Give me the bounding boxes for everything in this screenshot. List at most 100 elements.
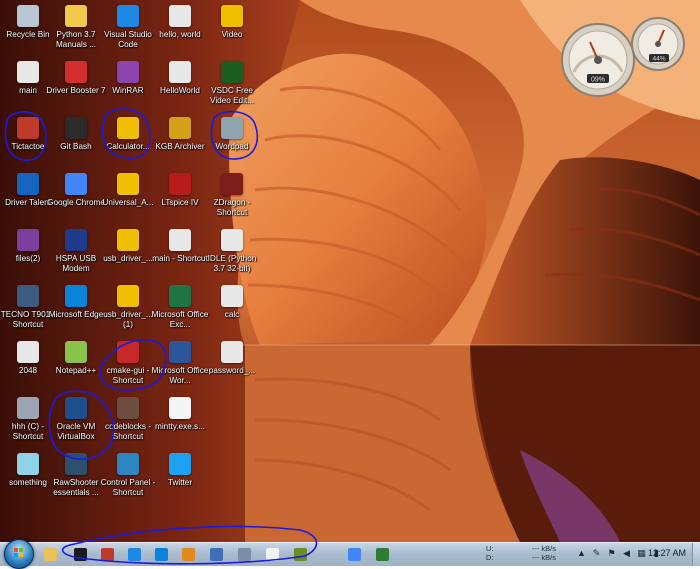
desktop-icon[interactable]: Driver Booster 7 bbox=[46, 58, 106, 112]
desktop-icon[interactable]: KGB Archiver bbox=[152, 114, 208, 168]
desktop-icon[interactable]: IDLE (Python 3.7 32-bit) bbox=[204, 226, 260, 280]
network-app-icon bbox=[375, 548, 389, 561]
desktop-icon[interactable]: main - Shortcut bbox=[152, 226, 208, 280]
desktop-icon-label: Oracle VM VirtualBox bbox=[56, 422, 96, 441]
taskbar-button[interactable] bbox=[372, 545, 392, 564]
desktop-icon-label: mintty.exe.s... bbox=[155, 422, 205, 431]
desktop-icon[interactable]: hello, world bbox=[152, 2, 208, 56]
zdragon-icon bbox=[221, 173, 243, 195]
folder-icon bbox=[221, 5, 243, 27]
wordpad-icon bbox=[209, 548, 223, 561]
desktop-icon-label: password_... bbox=[208, 366, 256, 375]
desktop-icon[interactable]: usb_driver_... bbox=[100, 226, 156, 280]
python-file-icon bbox=[169, 5, 191, 27]
desktop-icon[interactable]: Video bbox=[204, 2, 260, 56]
network-speed-meter: U: --- kB/s D: --- kB/s bbox=[486, 544, 556, 562]
desktop-icon[interactable]: Microsoft Edge bbox=[48, 282, 104, 336]
desktop-icon[interactable]: usb_driver_... (1) bbox=[100, 282, 156, 336]
taskbar-button[interactable] bbox=[40, 545, 60, 564]
python-file-icon bbox=[169, 229, 191, 251]
desktop-icon-label: Visual Studio Code bbox=[104, 30, 152, 49]
memory-readout: 44% bbox=[652, 56, 665, 63]
desktop-icon-label: cmake-gui - Shortcut bbox=[106, 366, 150, 385]
desktop-icon-label: ZDragon - Shortcut bbox=[213, 198, 251, 217]
desktop-icon[interactable]: Google Chrome bbox=[47, 170, 105, 224]
desktop-icon[interactable]: codeblocks - Shortcut bbox=[100, 394, 156, 448]
desktop-icon[interactable]: Python 3.7 Manuals ... bbox=[48, 2, 104, 56]
taskbar-clock[interactable]: 12:27 AM bbox=[648, 548, 686, 558]
desktop-icon[interactable]: Microsoft Office Wor... bbox=[152, 338, 208, 392]
network-icon[interactable]: ▦ bbox=[636, 548, 647, 559]
tray-overflow-arrow-icon[interactable]: ▲ bbox=[576, 548, 587, 559]
desktop-icon[interactable]: RawShooter essentials ... bbox=[48, 450, 104, 504]
desktop-icon[interactable]: Notepad++ bbox=[48, 338, 104, 392]
volume-icon[interactable]: ◀ bbox=[621, 548, 632, 559]
desktop-icon[interactable]: WinRAR bbox=[100, 58, 156, 112]
vscode-icon bbox=[127, 548, 141, 561]
python-file-icon bbox=[17, 61, 39, 83]
taskbar-button[interactable] bbox=[290, 545, 310, 564]
show-desktop-button[interactable] bbox=[692, 543, 700, 566]
desktop-icon[interactable]: Control Panel - Shortcut bbox=[100, 450, 156, 504]
desktop-icon-label: IDLE (Python 3.7 32-bit) bbox=[207, 254, 257, 273]
camera-app-icon bbox=[65, 453, 87, 475]
desktop-icon[interactable]: ZDragon - Shortcut bbox=[204, 170, 260, 224]
cpu-readout: 09% bbox=[591, 77, 605, 84]
taskbar-button[interactable] bbox=[124, 545, 144, 564]
taskbar-button[interactable] bbox=[234, 545, 254, 564]
control-panel-icon bbox=[117, 453, 139, 475]
taskbar-button[interactable] bbox=[178, 545, 198, 564]
desktop-icon[interactable]: password_... bbox=[204, 338, 260, 392]
desktop-icon[interactable]: Calculator... bbox=[100, 114, 156, 168]
download-speed: --- kB/s bbox=[531, 553, 556, 562]
desktop-icon-label: Universal_A... bbox=[102, 198, 154, 207]
desktop-icon[interactable]: Twitter bbox=[152, 450, 208, 504]
action-center-flag-icon[interactable]: ⚑ bbox=[606, 548, 617, 559]
file-explorer-icon bbox=[43, 548, 57, 561]
desktop-icon-label: main - Shortcut bbox=[152, 254, 208, 263]
winrar-archive-icon bbox=[17, 229, 39, 251]
desktop-icon[interactable]: HSPA USB Modem bbox=[48, 226, 104, 280]
desktop-icon-label: Twitter bbox=[167, 478, 193, 487]
taskbar-button[interactable] bbox=[262, 545, 282, 564]
desktop-icon[interactable]: HelloWorld bbox=[152, 58, 208, 112]
desktop-icon-label: Notepad++ bbox=[55, 366, 97, 375]
desktop-icon-label: Python 3.7 Manuals ... bbox=[55, 30, 97, 49]
pen-tablet-icon[interactable]: ✎ bbox=[591, 548, 602, 559]
desktop-icon-label: Wordpad bbox=[215, 142, 249, 151]
desktop-icon[interactable]: Visual Studio Code bbox=[100, 2, 156, 56]
desktop-icon-label: Calculator... bbox=[106, 142, 150, 151]
desktop-icon-label: HSPA USB Modem bbox=[55, 254, 97, 273]
desktop-icon[interactable]: cmake-gui - Shortcut bbox=[100, 338, 156, 392]
desktop-icon[interactable]: Wordpad bbox=[204, 114, 260, 168]
modem-icon bbox=[65, 229, 87, 251]
desktop-icon-label: calc bbox=[224, 310, 240, 319]
taskbar-button[interactable] bbox=[344, 545, 364, 564]
desktop-icon-label: RawShooter essentials ... bbox=[53, 478, 99, 497]
taskbar-button[interactable] bbox=[70, 545, 90, 564]
desktop-icon-label: HelloWorld bbox=[160, 86, 200, 95]
desktop-icon[interactable]: Universal_A... bbox=[100, 170, 156, 224]
twitter-icon bbox=[169, 453, 191, 475]
desktop-icon[interactable]: Oracle VM VirtualBox bbox=[48, 394, 104, 448]
taskbar-button[interactable] bbox=[206, 545, 226, 564]
desktop-icon[interactable]: calc bbox=[204, 282, 260, 336]
desktop-icon[interactable]: Git Bash bbox=[48, 114, 104, 168]
desktop-icon[interactable]: LTspice IV bbox=[152, 170, 208, 224]
desktop-icon[interactable]: VSDC Free Video Edit... bbox=[204, 58, 260, 112]
python-file-icon bbox=[221, 341, 243, 363]
desktop-icon[interactable]: Microsoft Office Exc... bbox=[152, 282, 208, 336]
taskbar: U: --- kB/s D: --- kB/s ▲ ✎ ⚑ ◀ ▦ ▮ 12:27 … bbox=[0, 539, 700, 569]
taskbar-button[interactable] bbox=[97, 545, 117, 564]
desktop-icon-label: Microsoft Edge bbox=[48, 310, 104, 319]
vscode-icon bbox=[117, 5, 139, 27]
cpu-meter-gadget[interactable]: 09% 44% bbox=[560, 14, 690, 102]
folder-icon bbox=[117, 117, 139, 139]
python-idle-icon bbox=[221, 229, 243, 251]
vsdc-icon bbox=[221, 61, 243, 83]
taskbar-button[interactable] bbox=[151, 545, 171, 564]
desktop-icon[interactable]: mintty.exe.s... bbox=[152, 394, 208, 448]
desktop-icon-label: VSDC Free Video Edit... bbox=[210, 86, 254, 105]
folder-icon bbox=[117, 229, 139, 251]
desktop-icon-label: Google Chrome bbox=[47, 198, 105, 207]
